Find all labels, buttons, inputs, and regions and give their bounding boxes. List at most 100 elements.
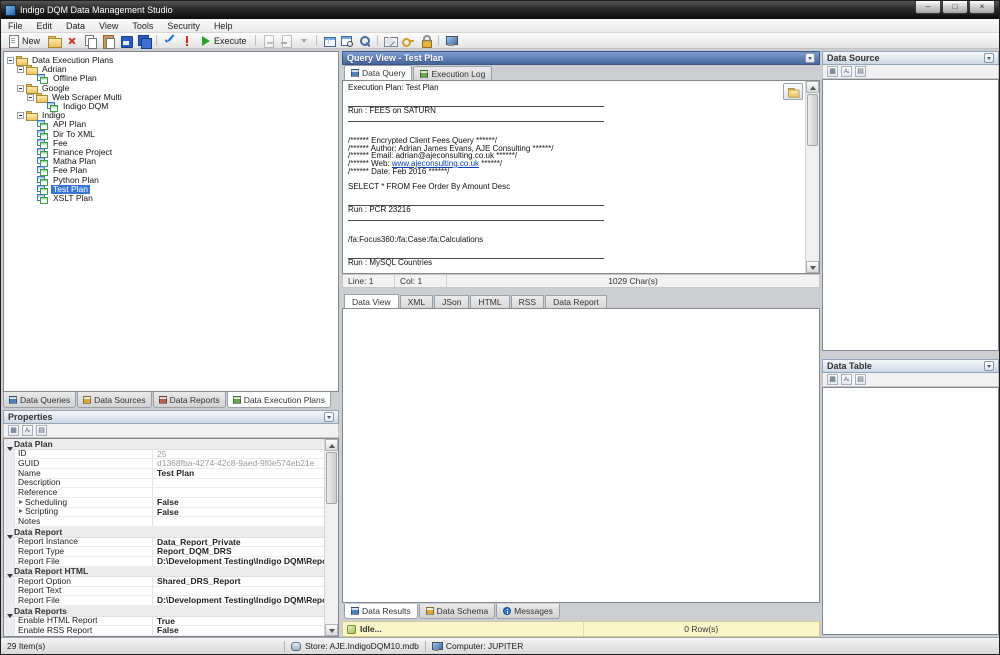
tab-html[interactable]: HTML: [470, 295, 509, 308]
sort-az-icon[interactable]: [841, 374, 852, 385]
scroll-down-icon[interactable]: [325, 624, 338, 636]
save-all-button[interactable]: [136, 33, 152, 48]
query-text[interactable]: Execution Plan: Test Plan Run : FEES on …: [348, 84, 801, 273]
query-editor[interactable]: Execution Plan: Test Plan Run : FEES on …: [342, 80, 820, 274]
data-table-menu-icon[interactable]: [984, 361, 994, 371]
property-category-data-plan[interactable]: Data Plan: [4, 439, 324, 450]
property-row-scheduling[interactable]: SchedulingFalse: [4, 498, 324, 508]
tree-item-xslt-plan[interactable]: XSLT Plan: [4, 194, 338, 203]
box-icon[interactable]: [855, 374, 866, 385]
open-button[interactable]: [46, 33, 62, 48]
tab-execution-log[interactable]: Execution Log: [413, 66, 492, 80]
security-key-button[interactable]: [400, 33, 416, 48]
property-row-report-file[interactable]: Report FileD:\Development Testing\Indigo…: [4, 596, 324, 606]
scroll-thumb[interactable]: [807, 94, 818, 146]
data-source-body[interactable]: [822, 79, 999, 351]
tree-item-web-scraper-multi[interactable]: Web Scraper Multi: [4, 93, 338, 102]
editor-scrollbar[interactable]: [805, 81, 819, 273]
tab-data-schema[interactable]: Data Schema: [419, 604, 496, 619]
menu-view[interactable]: View: [92, 19, 125, 32]
tab-data-view[interactable]: Data View: [344, 294, 399, 308]
categorized-icon[interactable]: [8, 425, 19, 436]
tab-rss[interactable]: RSS: [511, 295, 544, 308]
property-row-reference[interactable]: Reference: [4, 488, 324, 498]
sort-az-icon[interactable]: [22, 425, 33, 436]
expand-icon[interactable]: [18, 509, 23, 514]
menu-file[interactable]: File: [1, 19, 30, 32]
menu-help[interactable]: Help: [207, 19, 240, 32]
property-row-id[interactable]: ID25: [4, 450, 324, 460]
execute-button[interactable]: Execute: [197, 33, 251, 48]
tab-data-queries[interactable]: Data Queries: [3, 392, 76, 408]
search-button[interactable]: [357, 33, 373, 48]
tab-json[interactable]: JSon: [434, 295, 469, 308]
data-table-toolbar: [822, 373, 999, 387]
property-row-description[interactable]: Description: [4, 479, 324, 489]
property-row-scripting[interactable]: ScriptingFalse: [4, 508, 324, 518]
collapse-expander-icon[interactable]: [17, 66, 24, 73]
tab-data-report[interactable]: Data Report: [545, 295, 607, 308]
tree-item-indigo-dqm[interactable]: Indigo DQM: [4, 102, 338, 111]
data-source-menu-icon[interactable]: [984, 53, 994, 63]
copy-button[interactable]: [82, 33, 98, 48]
scroll-down-icon[interactable]: [806, 261, 819, 273]
new-button[interactable]: New: [5, 33, 44, 48]
tab-xml[interactable]: XML: [400, 295, 433, 308]
property-row-report-instance[interactable]: Report InstanceData_Report_Private: [4, 538, 324, 548]
open-query-button[interactable]: [783, 83, 803, 100]
minimize-button[interactable]: –: [915, 1, 941, 14]
errors-button[interactable]: [179, 33, 195, 48]
menu-security[interactable]: Security: [160, 19, 207, 32]
menu-edit[interactable]: Edit: [30, 19, 60, 32]
box-icon[interactable]: [36, 425, 47, 436]
property-row-enable-rss-report[interactable]: Enable RSS ReportFalse: [4, 626, 324, 636]
property-category-data-report[interactable]: Data Report: [4, 527, 324, 538]
delete-button[interactable]: [64, 33, 80, 48]
property-category-data-reports[interactable]: Data Reports: [4, 606, 324, 617]
property-row-report-text[interactable]: Report Text: [4, 587, 324, 597]
data-table-button[interactable]: [321, 33, 337, 48]
save-button[interactable]: [118, 33, 134, 48]
menu-tools[interactable]: Tools: [125, 19, 160, 32]
property-category-data-report-html[interactable]: Data Report HTML: [4, 567, 324, 578]
expand-icon[interactable]: [18, 500, 23, 505]
property-row-report-file[interactable]: Report FileD:\Development Testing\Indigo…: [4, 557, 324, 567]
collapse-expander-icon[interactable]: [7, 57, 14, 64]
close-button[interactable]: ×: [969, 1, 995, 14]
property-row-report-type[interactable]: Report TypeReport_DQM_DRS: [4, 547, 324, 557]
email-button[interactable]: [382, 33, 398, 48]
box-icon[interactable]: [855, 66, 866, 77]
computer-button[interactable]: [443, 33, 459, 48]
collapse-expander-icon[interactable]: [17, 85, 24, 92]
scroll-up-icon[interactable]: [325, 439, 338, 451]
scroll-up-icon[interactable]: [806, 81, 819, 93]
paste-button[interactable]: [100, 33, 116, 48]
tab-data-reports[interactable]: Data Reports: [153, 392, 226, 408]
property-row-guid[interactable]: GUIDd1368fba-4274-42c8-9aed-9f0e574eb21e: [4, 459, 324, 469]
data-view-content[interactable]: [342, 308, 820, 603]
tab-data-results[interactable]: Data Results: [344, 604, 418, 619]
tab-data-execution-plans[interactable]: Data Execution Plans: [227, 392, 331, 408]
collapse-expander-icon[interactable]: [27, 94, 34, 101]
tab-data-query[interactable]: Data Query: [344, 65, 412, 80]
data-preview-button[interactable]: [339, 33, 355, 48]
tab-data-sources[interactable]: Data Sources: [77, 392, 152, 408]
query-view-options-icon[interactable]: [805, 53, 815, 63]
properties-scrollbar[interactable]: [324, 439, 338, 636]
property-row-name[interactable]: NameTest Plan: [4, 469, 324, 479]
menu-data[interactable]: Data: [59, 19, 92, 32]
property-row-notes[interactable]: Notes: [4, 517, 324, 527]
categorized-icon[interactable]: [827, 66, 838, 77]
sort-az-icon[interactable]: [841, 66, 852, 77]
categorized-icon[interactable]: [827, 374, 838, 385]
properties-menu-icon[interactable]: [324, 412, 334, 422]
validate-button[interactable]: [161, 33, 177, 48]
property-row-enable-html-report[interactable]: Enable HTML ReportTrue: [4, 617, 324, 627]
maximize-button[interactable]: □: [942, 1, 968, 14]
property-row-report-option[interactable]: Report OptionShared_DRS_Report: [4, 577, 324, 587]
scroll-thumb[interactable]: [326, 452, 337, 504]
collapse-expander-icon[interactable]: [17, 112, 24, 119]
lock-button[interactable]: [418, 33, 434, 48]
tab-messages[interactable]: Messages: [496, 604, 560, 619]
data-table-body[interactable]: [822, 387, 999, 635]
